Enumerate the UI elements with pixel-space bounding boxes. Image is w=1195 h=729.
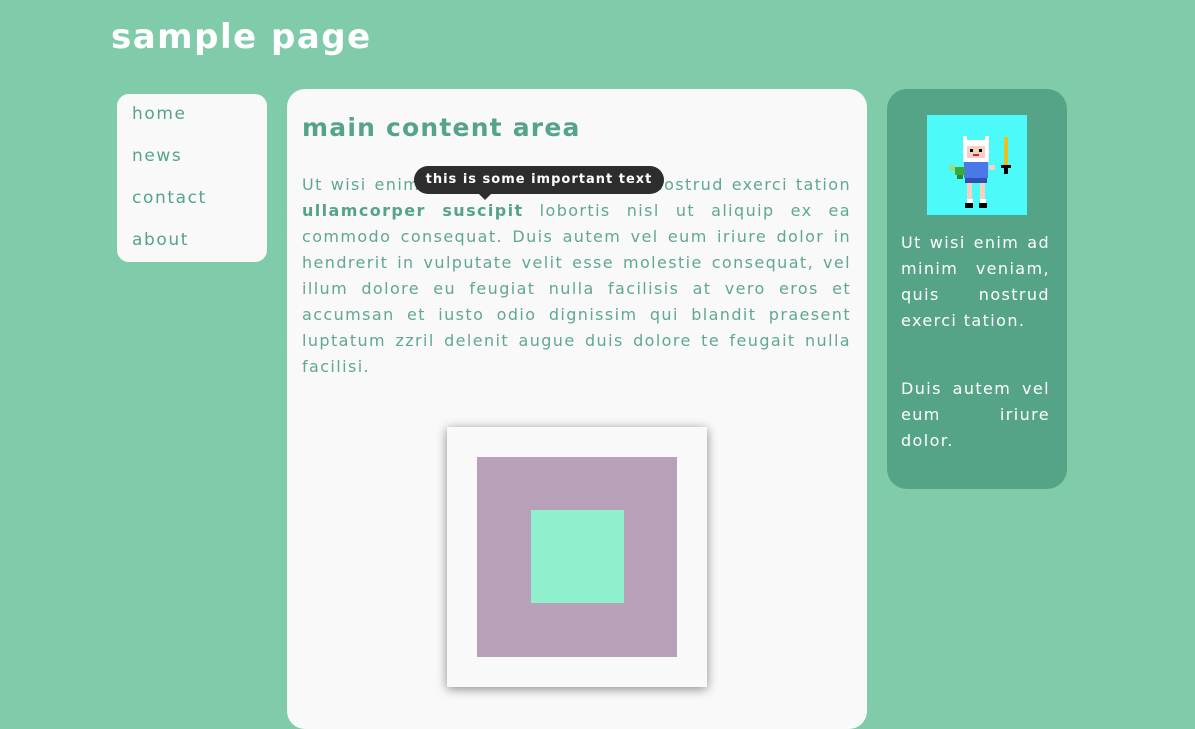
- aside-paragraph-1: Ut wisi enim ad minim veniam, quis nostr…: [901, 233, 1050, 330]
- avatar: [927, 115, 1027, 215]
- paragraph-text-end: lobortis nisl ut aliquip ex ea commodo c…: [302, 201, 851, 376]
- tooltip: this is some important text: [414, 166, 664, 194]
- nav-item-home[interactable]: home: [117, 102, 267, 144]
- main-paragraph: Ut wisi enim ad minim veniam, quis nostr…: [302, 172, 851, 380]
- nav-item-news[interactable]: news: [117, 144, 267, 186]
- sidebar-nav: home news contact about: [117, 94, 267, 262]
- outer-square: [477, 457, 677, 657]
- aside-paragraph-2: Duis autem vel eum iriure dolor.: [901, 379, 1050, 450]
- site-title: sample page: [111, 17, 372, 57]
- tooltip-arrow: [479, 194, 491, 200]
- right-sidebar: Ut wisi enim ad minim veniam, quis nostr…: [887, 89, 1067, 489]
- nav-item-about[interactable]: about: [117, 228, 267, 270]
- nav-item-contact[interactable]: contact: [117, 186, 267, 228]
- main-title: main content area: [302, 113, 581, 142]
- square-figure: [447, 427, 707, 687]
- important-link[interactable]: ullamcorper suscipit: [302, 201, 524, 220]
- pixel-character-icon: [949, 136, 1011, 208]
- inner-square: [531, 510, 624, 603]
